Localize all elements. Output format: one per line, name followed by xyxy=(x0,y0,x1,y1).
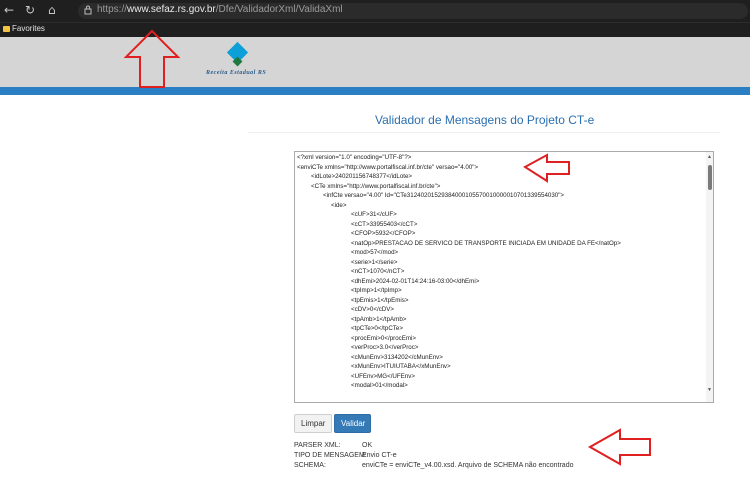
left-arrow-annotation-bottom xyxy=(587,428,651,466)
left-arrow-annotation-top xyxy=(523,153,570,183)
annotation-layer xyxy=(123,29,651,466)
up-arrow-annotation xyxy=(123,29,181,88)
